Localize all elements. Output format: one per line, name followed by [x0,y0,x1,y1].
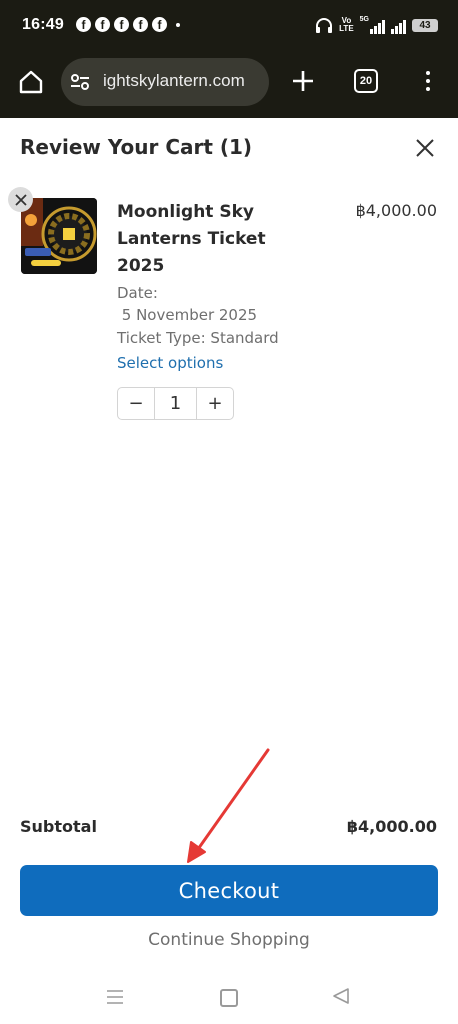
new-tab-button[interactable] [288,66,318,96]
signal-5g-icon: 5G [360,16,385,34]
product-name[interactable]: Moonlight Sky Lanterns Ticket 2025 [117,199,287,280]
product-image[interactable] [21,198,97,274]
battery-icon: 43 [412,18,438,32]
checkout-button[interactable]: Checkout [20,865,438,916]
decrease-quantity-button[interactable]: − [118,388,154,419]
quantity-input[interactable]: 1 [154,388,197,419]
tab-switcher-button[interactable]: 20 [354,69,378,93]
date-value: 5 November 2025 [117,306,258,324]
browser-toolbar: ightskylantern.com 20 [0,52,458,118]
facebook-icon: f [133,17,148,32]
headphones-icon [316,18,333,33]
close-icon[interactable] [412,135,438,161]
notification-icons: f f f f f [76,17,180,32]
system-nav-bar [0,978,458,1024]
site-settings-icon [71,74,89,90]
product-image-graphic [21,198,97,274]
continue-shopping-link[interactable]: Continue Shopping [0,930,458,950]
browser-menu-button[interactable] [418,66,438,96]
back-icon[interactable] [332,987,350,1005]
recents-icon[interactable] [106,989,124,1005]
remove-item-button[interactable] [8,187,33,212]
signal-icon [391,16,406,34]
system-icons: Vo LTE 5G 43 [315,14,438,36]
volte-icon: Vo LTE [339,16,354,33]
status-time: 16:49 [22,16,64,33]
nav-home-icon[interactable] [220,989,238,1007]
ticket-type: Ticket Type: Standard [117,329,279,347]
facebook-icon: f [95,17,110,32]
home-icon [19,70,43,94]
facebook-icon: f [76,17,91,32]
product-price: ฿4,000.00 [355,201,437,220]
subtotal-value: ฿4,000.00 [346,817,437,836]
quantity-stepper: − 1 + [117,387,234,420]
more-notifications-icon [176,22,180,27]
increase-quantity-button[interactable]: + [197,388,233,419]
plus-icon [293,71,313,91]
address-bar[interactable]: ightskylantern.com [61,58,269,106]
cart-title: Review Your Cart (1) [20,135,253,159]
subtotal-label: Subtotal [20,817,97,836]
select-options-link[interactable]: Select options [117,354,223,372]
date-label: Date: [117,284,158,302]
facebook-icon: f [114,17,129,32]
facebook-icon: f [152,17,167,32]
status-bar: 16:49 f f f f f Vo LTE 5G 43 [0,0,458,52]
close-icon [14,193,27,206]
home-button[interactable] [14,65,48,99]
url-text: ightskylantern.com [103,71,245,90]
